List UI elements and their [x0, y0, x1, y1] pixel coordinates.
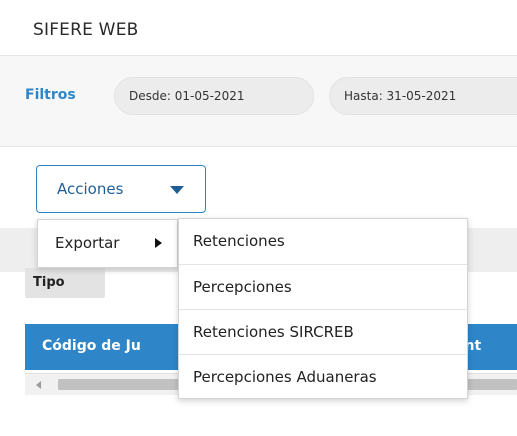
exportar-submenu: Retenciones Percepciones Retenciones SIR… [178, 218, 468, 399]
acciones-button[interactable]: Acciones [36, 165, 206, 213]
group-chip-tipo[interactable]: Tipo [25, 268, 105, 298]
acciones-label: Acciones [57, 180, 124, 198]
app-title: SIFERE WEB [33, 20, 139, 40]
submenu-item-percepciones-aduaneras[interactable]: Percepciones Aduaneras [179, 354, 467, 399]
menu-item-exportar[interactable]: Exportar [38, 220, 177, 267]
submenu-item-retenciones-sircreb[interactable]: Retenciones SIRCREB [179, 309, 467, 354]
submenu-arrow-icon [155, 238, 162, 248]
filter-chip-desde[interactable]: Desde: 01-05-2021 [114, 77, 314, 115]
acciones-menu: Exportar [37, 219, 178, 268]
submenu-item-percepciones[interactable]: Percepciones [179, 264, 467, 309]
menu-item-exportar-label: Exportar [55, 234, 120, 252]
column-header-codigo[interactable]: Código de Ju [42, 338, 141, 354]
filters-label[interactable]: Filtros [25, 87, 76, 103]
section-divider [0, 146, 517, 147]
scroll-left-arrow-icon[interactable] [36, 381, 41, 389]
filter-chip-hasta[interactable]: Hasta: 31-05-2021 [329, 77, 517, 115]
caret-down-icon [170, 186, 184, 194]
submenu-item-retenciones[interactable]: Retenciones [179, 219, 467, 264]
